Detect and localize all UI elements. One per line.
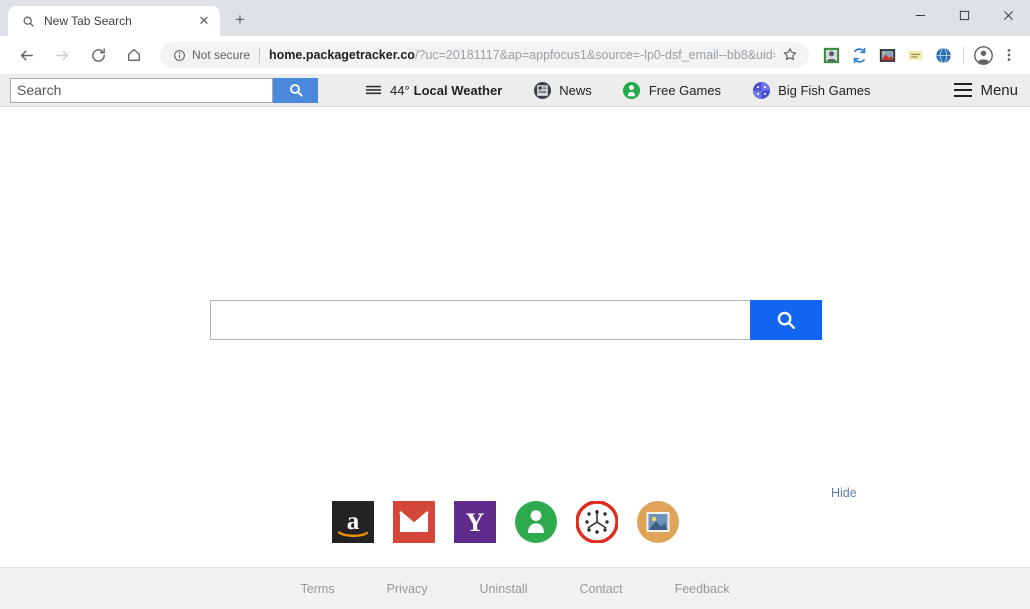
toolbar-links: 44° Local Weather News Free Games Big Fi… xyxy=(363,80,954,100)
shortcut-photo-gallery[interactable] xyxy=(637,501,679,543)
search-icon xyxy=(20,13,36,29)
close-button[interactable] xyxy=(986,0,1030,30)
forward-icon[interactable] xyxy=(48,41,76,69)
browser-tab[interactable]: New Tab Search ✕ xyxy=(8,6,220,36)
shortcut-free-games[interactable] xyxy=(515,501,557,543)
url-query: /?uc=20181117&ap=appfocus1&source=-lp0-d… xyxy=(414,48,775,62)
toolbar-link-news[interactable]: News xyxy=(532,80,592,100)
footer-link-terms[interactable]: Terms xyxy=(301,582,335,596)
url-domain: home.packagetracker.co xyxy=(269,48,415,62)
main-search-button[interactable] xyxy=(750,300,822,340)
toolbar-search-group xyxy=(10,77,318,103)
footer-link-feedback[interactable]: Feedback xyxy=(675,582,730,596)
star-icon[interactable] xyxy=(781,47,799,64)
weather-temperature: 44° xyxy=(390,82,410,98)
toolbar-link-label: Local Weather xyxy=(413,82,503,98)
kebab-menu-icon[interactable] xyxy=(996,42,1022,68)
toolbar-link-free-games[interactable]: Free Games xyxy=(622,80,721,100)
window-controls xyxy=(898,0,1030,30)
shortcut-row: a Y xyxy=(332,501,679,543)
shortcut-amazon[interactable]: a xyxy=(332,501,374,543)
free-games-pawn-icon xyxy=(515,501,557,543)
extension-photo-frame-icon[interactable] xyxy=(875,43,899,67)
url-text: home.packagetracker.co/?uc=20181117&ap=a… xyxy=(269,48,775,62)
extension-toolbar: 44° Local Weather News xyxy=(0,74,1030,107)
address-bar[interactable]: Not secure home.packagetracker.co/?uc=20… xyxy=(160,42,809,68)
extension-green-badge-icon[interactable] xyxy=(819,43,843,67)
minimize-button[interactable] xyxy=(898,0,942,30)
hamburger-icon xyxy=(954,83,973,97)
main-search-input[interactable] xyxy=(210,300,750,340)
toolbar-search-input[interactable] xyxy=(10,77,273,103)
info-circle-icon[interactable] xyxy=(172,48,186,62)
extension-globe-icon[interactable] xyxy=(931,43,955,67)
toolbar-link-label: Big Fish Games xyxy=(778,82,871,98)
yahoo-icon: Y xyxy=(454,501,496,543)
big-fish-games-icon xyxy=(751,80,771,100)
extension-yellow-icon[interactable] xyxy=(903,43,927,67)
omnibox-divider xyxy=(259,47,261,63)
page-content: a Y Hide xyxy=(0,107,1030,567)
footer-link-privacy[interactable]: Privacy xyxy=(387,582,428,596)
amazon-icon: a xyxy=(332,501,374,543)
shortcut-yahoo[interactable]: Y xyxy=(454,501,496,543)
news-icon xyxy=(532,80,552,100)
footer-link-contact[interactable]: Contact xyxy=(579,582,622,596)
weather-icon xyxy=(363,80,383,100)
home-icon[interactable] xyxy=(120,41,148,69)
maximize-button[interactable] xyxy=(942,0,986,30)
page-footer: Terms Privacy Uninstall Contact Feedback xyxy=(0,567,1030,609)
toolbar-link-label: News xyxy=(559,82,592,98)
photo-gallery-icon xyxy=(637,501,679,543)
browser-navbar: Not secure home.packagetracker.co/?uc=20… xyxy=(0,36,1030,74)
main-search-group xyxy=(210,300,822,340)
footer-link-uninstall[interactable]: Uninstall xyxy=(480,582,528,596)
new-tab-button[interactable]: + xyxy=(226,6,254,34)
toolbar-link-big-fish-games[interactable]: Big Fish Games xyxy=(751,80,871,100)
reload-icon[interactable] xyxy=(84,41,112,69)
browser-titlebar: New Tab Search ✕ + xyxy=(0,0,1030,36)
toolbar-search-button[interactable] xyxy=(273,77,318,103)
account-avatar-icon[interactable] xyxy=(970,42,996,68)
toolbar-link-local-weather[interactable]: 44° Local Weather xyxy=(363,80,502,100)
security-label: Not secure xyxy=(192,48,251,62)
svg-text:Y: Y xyxy=(466,508,485,537)
hide-link[interactable]: Hide xyxy=(831,486,857,500)
gmail-icon xyxy=(393,501,435,543)
svg-text:a: a xyxy=(347,508,360,535)
tab-title: New Tab Search xyxy=(44,14,132,28)
shortcut-gmail[interactable] xyxy=(393,501,435,543)
close-icon[interactable]: ✕ xyxy=(196,13,212,29)
toolbar-menu-button[interactable]: Menu xyxy=(954,82,1018,99)
toolbar-divider xyxy=(963,46,964,64)
shortcut-dice-games[interactable] xyxy=(576,501,618,543)
dice-icon xyxy=(576,501,618,543)
free-games-icon xyxy=(622,80,642,100)
extension-sync-icon[interactable] xyxy=(847,43,871,67)
toolbar-menu-label: Menu xyxy=(980,81,1018,99)
back-icon[interactable] xyxy=(12,41,40,69)
toolbar-link-label: Free Games xyxy=(648,82,722,98)
tab-strip: New Tab Search ✕ + xyxy=(0,0,254,36)
